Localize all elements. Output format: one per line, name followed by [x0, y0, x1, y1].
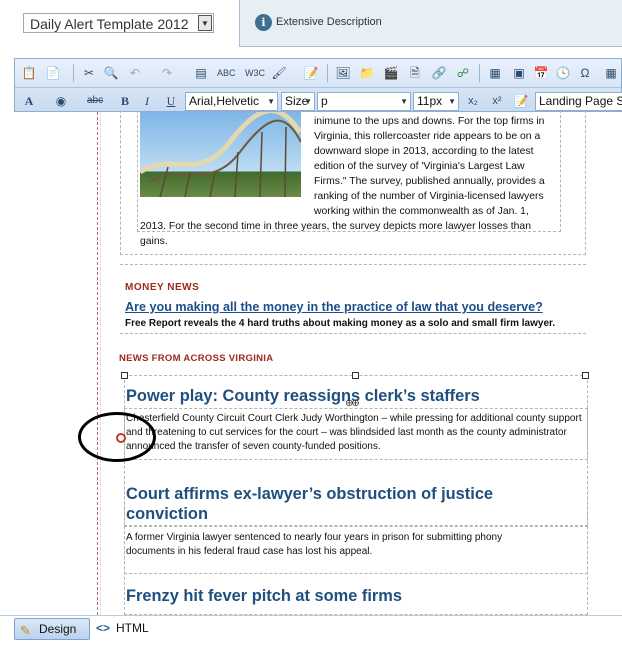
format-block-icon[interactable]: ▤: [193, 64, 209, 82]
intro-line: edition of the survey of 'Virginia's Lar…: [314, 161, 525, 172]
text-color-icon[interactable]: A: [21, 92, 37, 110]
money-news-subtitle: Free Report reveals the 4 hard truths ab…: [125, 318, 556, 329]
apply-css-icon[interactable]: 📝: [513, 92, 529, 110]
toolbar-separator: [73, 64, 74, 82]
toolbar-row-1: 📋 📄 ✂ 🔍 ↶ ↷ ▤ ABC W3C 🖌 📝 🖼 📁 🎬 🗎 🔗 ☍ ▦ …: [15, 60, 621, 86]
media-icon[interactable]: 🎬: [383, 64, 399, 82]
move-handle-icon[interactable]: ⊕⊕: [345, 398, 360, 409]
insert-image-icon[interactable]: 🖼: [335, 64, 351, 82]
news-virginia-label: NEWS FROM ACROSS VIRGINIA: [119, 353, 274, 364]
tab-design-label: Design: [39, 622, 77, 636]
paragraph-value: p: [321, 94, 328, 108]
editor-toolbars: 📋 📄 ✂ 🔍 ↶ ↷ ▤ ABC W3C 🖌 📝 🖼 📁 🎬 🗎 🔗 ☍ ▦ …: [14, 58, 622, 112]
css-class-value: Landing Page Se: [539, 94, 622, 108]
chevron-down-icon: ▼: [400, 97, 408, 106]
pixel-size-dropdown[interactable]: 11px ▼: [413, 92, 459, 111]
pixel-size-value: 11px: [417, 94, 443, 108]
font-name-dropdown[interactable]: Arial,Helvetic ▼: [185, 92, 278, 111]
intro-line: gains.: [140, 236, 168, 247]
intro-line: ranking of the number of Virginia-licens…: [314, 191, 544, 202]
margin-guide: [100, 112, 101, 615]
toolbar-row-2: A ◉ abc B I U Arial,Helvetic ▼ Size ▼ p …: [15, 87, 622, 113]
info-icon: i: [255, 14, 272, 31]
intro-line: 2013. For the second time in three years…: [140, 221, 531, 232]
clean-format-icon[interactable]: 📝: [303, 64, 319, 82]
font-size-dropdown[interactable]: Size ▼: [281, 92, 315, 111]
money-news-label: MONEY NEWS: [125, 282, 200, 293]
code-icon: <>: [96, 621, 111, 635]
money-news-link[interactable]: Are you making all the money in the prac…: [125, 300, 543, 314]
toolbar-separator: [327, 64, 328, 82]
chevron-down-icon: ▼: [448, 97, 456, 106]
copy-icon[interactable]: 📋: [21, 64, 37, 82]
chevron-down-icon: ▼: [267, 97, 275, 106]
info-panel: i Extensive Description: [239, 0, 622, 47]
snippet-icon[interactable]: ▦: [603, 64, 619, 82]
subscript-icon[interactable]: x₂: [465, 92, 481, 110]
unlink-icon[interactable]: ☍: [455, 64, 471, 82]
clock-icon[interactable]: 🕓: [555, 64, 571, 82]
editor-content-area[interactable]: inimune to the ups and downs. For the to…: [14, 112, 622, 615]
paste-icon[interactable]: 📄: [45, 64, 61, 82]
pencil-icon: ✎: [20, 623, 31, 638]
margin-guide: [97, 112, 98, 615]
font-name-value: Arial,Helvetic: [189, 94, 260, 108]
superscript-icon[interactable]: x²: [489, 92, 505, 110]
strikethrough-button[interactable]: abc: [87, 92, 103, 110]
cut-icon[interactable]: ✂: [81, 64, 97, 82]
table-icon[interactable]: ▦: [487, 64, 503, 82]
template-select-value: Daily Alert Template 2012: [30, 16, 189, 32]
w3c-validate-icon[interactable]: W3C: [245, 64, 265, 82]
properties-icon[interactable]: ▣: [511, 64, 527, 82]
intro-line: Virginia, this rollercoaster ride appear…: [314, 131, 541, 142]
bold-button[interactable]: B: [117, 92, 133, 110]
resize-handle[interactable]: [352, 372, 359, 379]
anchor-icon[interactable]: [116, 433, 126, 443]
redo-icon[interactable]: ↷: [159, 64, 175, 82]
italic-button[interactable]: I: [139, 92, 155, 110]
tab-html[interactable]: <> HTML: [96, 618, 166, 640]
date-icon[interactable]: 📅: [533, 64, 549, 82]
spellcheck-icon[interactable]: ABC: [217, 64, 236, 82]
image-manager-icon[interactable]: 📁: [359, 64, 375, 82]
story-headline[interactable]: Court affirms ex-lawyer’s obstruction of…: [126, 484, 566, 524]
underline-button[interactable]: U: [163, 92, 179, 110]
resize-handle[interactable]: [121, 372, 128, 379]
story-body: Chesterfield County Circuit Court Clerk …: [126, 413, 582, 452]
css-class-dropdown[interactable]: Landing Page Se: [535, 92, 622, 111]
find-icon[interactable]: 🔍: [103, 64, 119, 82]
paragraph-dropdown[interactable]: p ▼: [317, 92, 411, 111]
mode-bar: ✎ Design <> HTML: [0, 615, 622, 645]
template-select[interactable]: Daily Alert Template 2012 ▼: [23, 13, 214, 33]
top-strip: Daily Alert Template 2012 ▼ i Extensive …: [0, 0, 622, 58]
chevron-down-icon[interactable]: ▼: [198, 15, 212, 31]
toolbar-separator: [479, 64, 480, 82]
intro-line: working within the commonwealth as of Ja…: [314, 206, 529, 217]
document-icon[interactable]: 🗎: [407, 64, 423, 82]
info-panel-label: Extensive Description: [276, 16, 382, 28]
resize-handle[interactable]: [582, 372, 589, 379]
tab-design[interactable]: ✎ Design: [14, 618, 90, 640]
intro-line: downward slope in 2013, according to the…: [314, 146, 534, 157]
story-headline[interactable]: Frenzy hit fever pitch at some firms: [126, 586, 586, 606]
intro-line: inimune to the ups and downs. For the to…: [314, 116, 545, 127]
format-brush-icon[interactable]: 🖌: [271, 64, 287, 82]
highlight-color-icon[interactable]: ◉: [53, 92, 69, 110]
tab-html-label: HTML: [116, 621, 149, 635]
story-body: A former Virginia lawyer sentenced to ne…: [126, 532, 503, 557]
undo-icon[interactable]: ↶: [127, 64, 143, 82]
intro-text: inimune to the ups and downs. For the to…: [140, 114, 560, 249]
link-icon[interactable]: 🔗: [431, 64, 447, 82]
intro-line: Firms." The survey, published annually, …: [314, 176, 545, 187]
chevron-down-icon: ▼: [304, 97, 312, 106]
symbol-icon[interactable]: Ω: [577, 64, 593, 82]
